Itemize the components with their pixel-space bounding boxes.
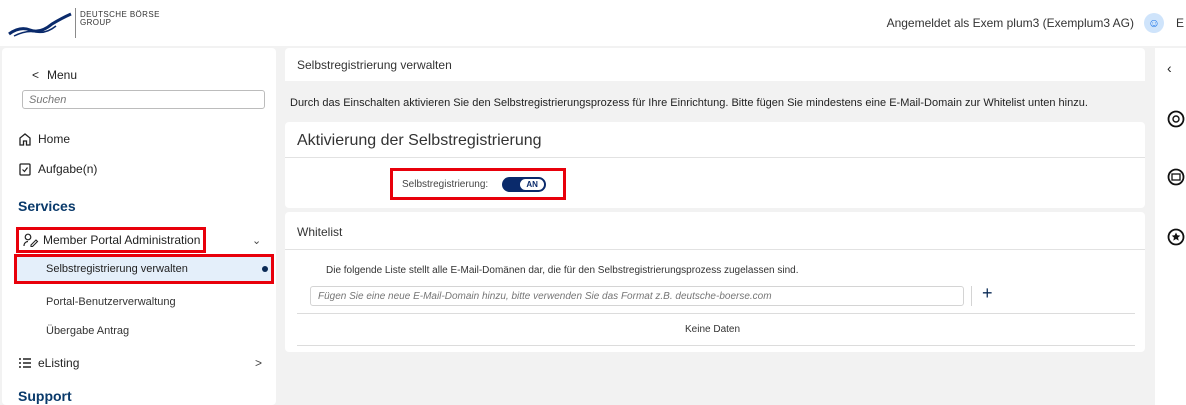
user-edit-icon [23, 233, 39, 247]
page-description: Durch das Einschalten aktivieren Sie den… [290, 97, 1088, 109]
list-icon [19, 358, 31, 368]
sidebar-item-tasks[interactable]: Aufgabe(n) [18, 162, 97, 176]
sidebar-item-home[interactable]: Home [18, 132, 70, 146]
toggle-label: Selbstregistrierung: [402, 178, 489, 190]
divider [285, 249, 1145, 250]
sidebar-item-label: Member Portal Administration [43, 233, 201, 247]
chevron-right-icon[interactable]: > [255, 356, 262, 370]
sidebar-item-member-portal-administration[interactable]: Member Portal Administration [16, 227, 206, 253]
divider [285, 157, 1145, 158]
sidebar: < Menu Home Aufgabe(n) Services Member Po… [2, 48, 276, 405]
help-icon[interactable] [1167, 110, 1185, 128]
activation-title: Aktivierung der Selbstregistrierung [297, 132, 542, 149]
divider [971, 286, 972, 306]
sidebar-subitem-label: Selbstregistrierung verwalten [46, 263, 188, 275]
main-content: Selbstregistrierung verwalten Durch das … [285, 48, 1145, 405]
whitelist-description: Die folgende Liste stellt alle E-Mail-Do… [326, 265, 799, 276]
sidebar-search-input[interactable] [22, 90, 265, 109]
empty-table-message: Keine Daten [685, 324, 741, 335]
star-icon[interactable] [1167, 228, 1185, 246]
sidebar-item-label: eListing [38, 356, 80, 370]
sidebar-item-label: Aufgabe(n) [38, 162, 98, 176]
switch-state: AN [520, 178, 545, 190]
active-indicator-dot [262, 266, 268, 272]
self-registration-switch[interactable]: AN [502, 176, 547, 192]
right-rail: ‹ [1155, 48, 1186, 405]
user-icon[interactable]: ☺ [1144, 13, 1164, 33]
chat-icon[interactable] [1167, 168, 1185, 186]
sidebar-item-label: Home [38, 132, 71, 146]
brand-logo [8, 12, 72, 37]
brand-line-2: GROUP [80, 18, 112, 27]
table-bottom-line [297, 345, 1135, 346]
clipboard-icon [19, 163, 31, 176]
chevron-left-icon: < [32, 68, 40, 82]
menu-back-button[interactable]: < Menu [32, 68, 77, 82]
collapse-rail-button[interactable]: ‹ [1167, 60, 1172, 76]
logged-in-user: Angemeldet als Exem plum3 (Exemplum3 AG) [886, 16, 1134, 30]
services-section-title: Services [18, 198, 76, 214]
sidebar-subitem-portal-user-management[interactable]: Portal-Benutzerverwaltung [46, 296, 176, 308]
sidebar-subitem-self-registration[interactable]: Selbstregistrierung verwalten [14, 254, 274, 284]
support-section-title: Support [18, 388, 72, 404]
whitelist-title: Whitelist [297, 225, 343, 239]
email-domain-input[interactable] [310, 286, 964, 306]
self-registration-toggle-group: Selbstregistrierung: AN [390, 168, 566, 200]
brand-name: DEUTSCHE BÖRSE GROUP [80, 11, 160, 27]
logo-divider [75, 8, 76, 38]
add-domain-button[interactable]: + [982, 283, 993, 303]
app-header: DEUTSCHE BÖRSE GROUP Angemeldet als Exem… [0, 0, 1186, 46]
sidebar-subitem-application-transfer[interactable]: Übergabe Antrag [46, 325, 129, 337]
chevron-down-icon[interactable]: ⌄ [252, 234, 261, 247]
sidebar-item-elisting[interactable]: eListing [18, 356, 79, 370]
home-icon [19, 133, 31, 146]
page-title: Selbstregistrierung verwalten [285, 48, 1145, 81]
menu-back-label: Menu [47, 68, 78, 82]
table-header-line [297, 313, 1135, 314]
user-initial[interactable]: E [1176, 16, 1184, 30]
